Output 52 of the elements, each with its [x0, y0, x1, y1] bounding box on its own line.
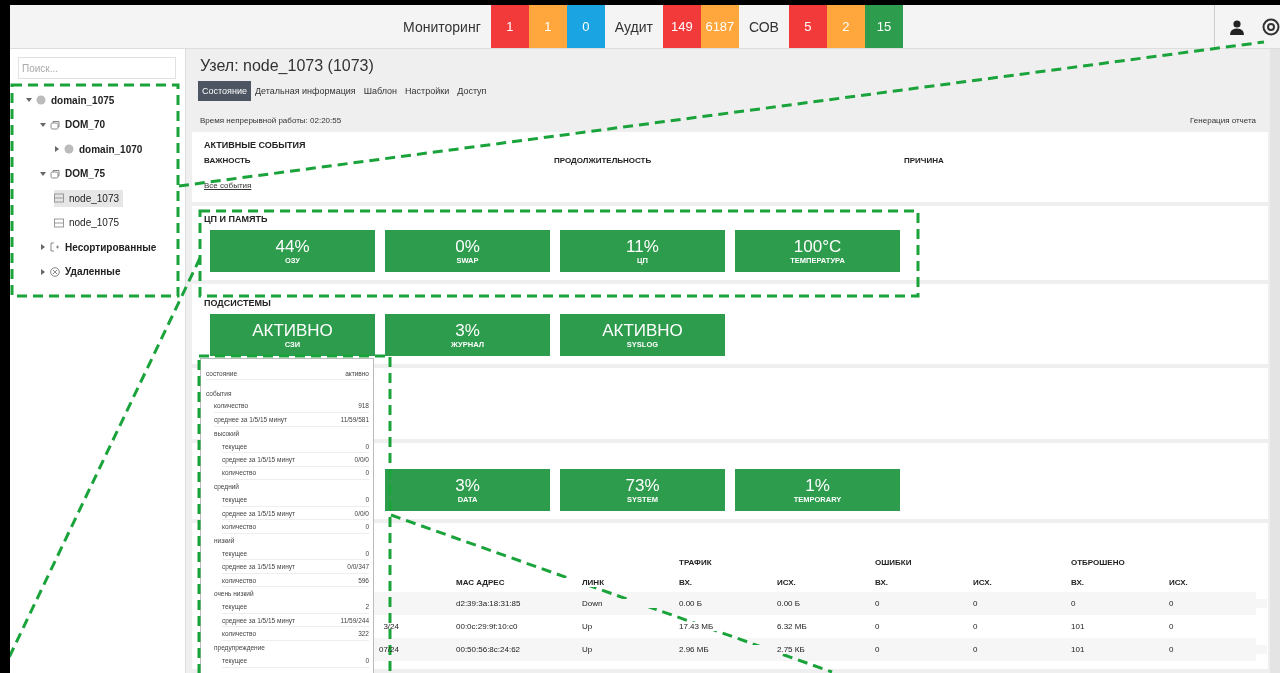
table-cell: 2.96 МБ: [679, 645, 777, 654]
tree-item[interactable]: domain_1075: [36, 91, 119, 109]
tree-item[interactable]: DOM_70: [50, 116, 109, 134]
caret-icon[interactable]: [54, 146, 60, 153]
globe-icon: [64, 144, 74, 155]
user-icon[interactable]: [1229, 18, 1245, 35]
tree-item[interactable]: node_1073: [54, 189, 124, 207]
caret-icon[interactable]: [40, 170, 46, 177]
bracket-icon: [50, 242, 60, 253]
folder-stack-icon: [50, 119, 60, 130]
caret-icon[interactable]: [40, 244, 46, 251]
table-cell-text: 3/24: [383, 622, 400, 631]
counter-badge[interactable]: 5: [788, 5, 827, 48]
tab[interactable]: Детальная информация: [250, 81, 360, 101]
tree-item[interactable]: DOM_75: [50, 165, 109, 183]
table-cell: 0: [1169, 599, 1267, 608]
caret-icon[interactable]: [40, 121, 46, 128]
tree-item[interactable]: domain_1070: [64, 140, 147, 158]
tree-item[interactable]: Несортированные: [50, 238, 161, 256]
tree-item[interactable]: Удаленные: [50, 263, 125, 281]
table-cell: 0: [1169, 645, 1267, 654]
counter-group-label[interactable]: Мониторинг: [393, 5, 491, 48]
all-events-link[interactable]: Все события: [204, 181, 252, 190]
section-title: ПОДСИСТЕМЫ: [204, 298, 272, 309]
circled-x-icon: [50, 266, 60, 277]
counter-group-label[interactable]: СОВ: [738, 5, 789, 48]
caret-icon[interactable]: [26, 97, 32, 104]
tab[interactable]: Состояние: [198, 81, 251, 101]
tab[interactable]: Шаблон: [359, 81, 402, 101]
report-link[interactable]: Генерация отчета: [1190, 116, 1256, 125]
counter-badge[interactable]: 1: [490, 5, 529, 48]
tab[interactable]: Доступ: [453, 81, 491, 101]
counter-badge[interactable]: 15: [864, 5, 903, 48]
counter-badge[interactable]: 149: [662, 5, 701, 48]
section-title: АКТИВНЫЕ СОБЫТИЯ: [204, 140, 307, 150]
folder-stack-icon: [50, 168, 60, 179]
server-icon: [54, 217, 64, 228]
caret-icon[interactable]: [40, 268, 46, 275]
tree-item[interactable]: node_1075: [54, 214, 124, 232]
column-header: ПРОДОЛЖИТЕЛЬНОСТЬ: [554, 156, 653, 165]
column-header: МАС АДРЕС: [456, 577, 582, 587]
globe-icon: [36, 95, 46, 106]
column-header: ПРИЧИНА: [904, 156, 945, 165]
search-field[interactable]: Поиск...: [18, 57, 176, 79]
settings-icon[interactable]: [1262, 17, 1280, 36]
tab[interactable]: Настройки: [401, 81, 454, 101]
section-title: ЦП И ПАМЯТЬ: [204, 214, 269, 225]
counter-group-label[interactable]: Аудит: [604, 5, 663, 48]
uptime-text: Время непрерывной работы: 02:20:55: [200, 116, 342, 125]
page-title: Узел: node_1073 (1073): [200, 57, 375, 75]
server-icon: [54, 193, 64, 204]
column-header: ВАЖНОСТЬ: [204, 156, 252, 165]
